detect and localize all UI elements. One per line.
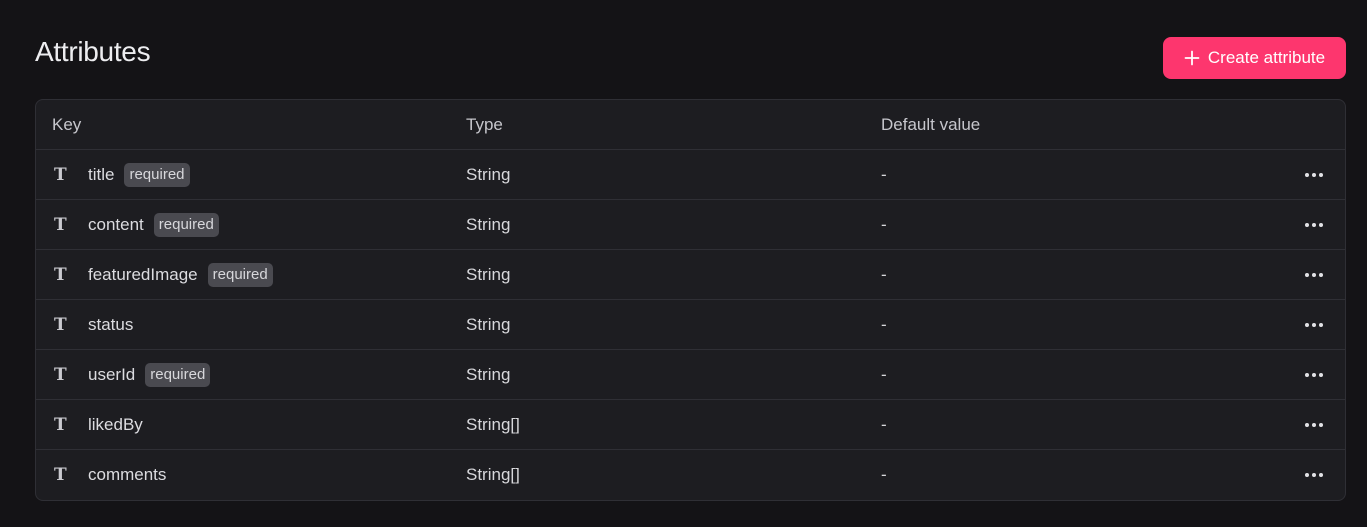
attribute-type: String	[466, 214, 511, 234]
header-key: Key	[52, 114, 82, 134]
create-attribute-label: Create attribute	[1207, 48, 1326, 67]
table-row[interactable]: T featuredImage required String -	[36, 250, 1345, 300]
attribute-default-value: -	[881, 314, 887, 334]
attribute-key: status	[88, 314, 134, 334]
attribute-default-value: -	[881, 264, 887, 284]
attribute-default-value: -	[881, 214, 887, 234]
attribute-key: likedBy	[88, 414, 143, 434]
header-default-value: Default value	[881, 114, 981, 134]
attribute-key: content	[88, 214, 144, 234]
attribute-key-cell: T featuredImage required	[52, 250, 273, 299]
table-row[interactable]: T userId required String -	[36, 350, 1345, 400]
attribute-type: String	[466, 164, 511, 184]
more-options-icon	[1305, 322, 1323, 327]
row-actions-button[interactable]	[1299, 150, 1329, 199]
attribute-default-value: -	[881, 364, 887, 384]
table-row[interactable]: T status String -	[36, 300, 1345, 350]
text-type-icon: T	[54, 214, 67, 235]
attribute-type: String	[466, 364, 511, 384]
more-options-icon	[1305, 472, 1323, 477]
required-badge: required	[207, 262, 273, 287]
table-row[interactable]: T likedBy String[] -	[36, 400, 1345, 450]
attribute-type: String	[466, 314, 511, 334]
required-badge: required	[153, 212, 219, 237]
attribute-key-cell: T userId required	[52, 350, 211, 399]
text-type-icon: T	[54, 164, 67, 185]
table-header-row: Key Type Default value	[36, 100, 1345, 150]
table-row[interactable]: T title required String -	[36, 150, 1345, 200]
more-options-icon	[1305, 272, 1323, 277]
more-options-icon	[1305, 422, 1323, 427]
attributes-table: Key Type Default value T title required …	[35, 99, 1346, 501]
row-actions-button[interactable]	[1299, 400, 1329, 449]
more-options-icon	[1305, 172, 1323, 177]
row-actions-button[interactable]	[1299, 350, 1329, 399]
attribute-key-cell: T comments	[52, 450, 166, 499]
page-title: Attributes	[35, 36, 151, 67]
more-options-icon	[1305, 372, 1323, 377]
text-type-icon: T	[54, 364, 67, 385]
attribute-key-cell: T title required	[52, 150, 190, 199]
row-actions-button[interactable]	[1299, 450, 1329, 499]
attribute-type: String[]	[466, 414, 520, 434]
text-type-icon: T	[54, 314, 67, 335]
attribute-key-cell: T content required	[52, 200, 219, 249]
attribute-default-value: -	[881, 464, 887, 484]
attribute-default-value: -	[881, 414, 887, 434]
table-row[interactable]: T content required String -	[36, 200, 1345, 250]
attribute-key: featuredImage	[88, 264, 198, 284]
required-badge: required	[124, 162, 190, 187]
text-type-icon: T	[54, 464, 67, 485]
more-options-icon	[1305, 222, 1323, 227]
required-badge: required	[145, 362, 211, 387]
header-type: Type	[466, 114, 503, 134]
text-type-icon: T	[54, 414, 67, 435]
attribute-key: userId	[88, 364, 136, 384]
attribute-type: String[]	[466, 464, 520, 484]
row-actions-button[interactable]	[1299, 300, 1329, 349]
attribute-key-cell: T status	[52, 300, 133, 349]
attribute-default-value: -	[881, 164, 887, 184]
row-actions-button[interactable]	[1299, 250, 1329, 299]
table-row[interactable]: T comments String[] -	[36, 450, 1345, 500]
text-type-icon: T	[54, 264, 67, 285]
attribute-key-cell: T likedBy	[52, 400, 143, 449]
plus-icon	[1184, 50, 1200, 66]
attribute-key: comments	[88, 464, 167, 484]
create-attribute-button[interactable]: Create attribute	[1163, 37, 1346, 79]
attribute-type: String	[466, 264, 511, 284]
row-actions-button[interactable]	[1299, 200, 1329, 249]
attribute-key: title	[88, 164, 115, 184]
